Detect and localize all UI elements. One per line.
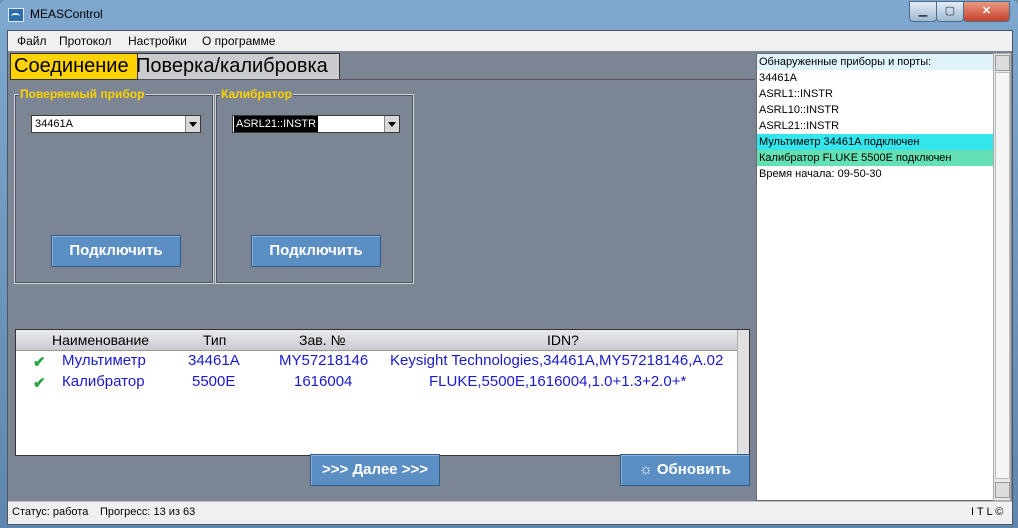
log-line: ASRL21::INSTR: [757, 118, 993, 134]
row-serial: 1616004: [294, 373, 353, 390]
calibrator-group-title: Калибратор: [220, 87, 293, 101]
device-group: Поверяемый прибор 34461A Подключить: [14, 87, 214, 284]
chevron-down-icon[interactable]: [384, 116, 399, 132]
scroll-up-button[interactable]: [995, 55, 1010, 71]
row-idn: Keysight Technologies,34461A,MY57218146,…: [390, 352, 724, 369]
scroll-down-button[interactable]: [995, 482, 1010, 498]
app-icon: [8, 8, 24, 22]
tab-connection[interactable]: Соединение: [10, 53, 138, 80]
connection-panel: Поверяемый прибор 34461A Подключить Кали…: [10, 79, 755, 482]
check-icon: ✔: [33, 354, 46, 371]
table-row[interactable]: ✔ Калибратор 5500E 1616004 FLUKE,5500E,1…: [16, 373, 738, 393]
window-title: MEASControl: [30, 7, 103, 21]
menu-file[interactable]: Файл: [17, 34, 47, 48]
column-header-idn[interactable]: IDN?: [547, 332, 579, 348]
log-line: Время начала: 09-50-30: [757, 166, 993, 182]
column-header-serial[interactable]: Зав. №: [299, 332, 345, 348]
app-window: MEASControl ▁ ▢ ✕ Файл Протокол Настройк…: [0, 0, 1018, 528]
minimize-button[interactable]: ▁: [909, 1, 937, 22]
devices-table: Наименование Тип Зав. № IDN? ✔ Мультимет…: [15, 329, 750, 456]
status-bar: Статус: работа Прогресс: 13 из 63 I T L …: [8, 501, 1012, 524]
row-serial: MY57218146: [279, 352, 369, 369]
log-line: Калибратор FLUKE 5500E подключен: [757, 150, 993, 166]
brand-label: I T L ©: [971, 506, 1004, 518]
row-idn: FLUKE,5500E,1616004,1.0+1.3+2.0+*: [429, 373, 687, 390]
status-state: Статус: работа: [12, 506, 89, 518]
log-line: Мультиметр 34461A подключен: [757, 134, 993, 150]
calibrator-select-value: ASRL21::INSTR: [234, 116, 319, 132]
log-scrollbar[interactable]: [993, 53, 1011, 501]
row-type: 5500E: [192, 373, 236, 390]
chevron-down-icon[interactable]: [185, 116, 200, 132]
row-name: Калибратор: [62, 373, 145, 390]
log-line: ASRL10::INSTR: [757, 102, 993, 118]
refresh-button[interactable]: ☼ Обновить: [620, 454, 750, 486]
table-scrollbar[interactable]: [737, 330, 749, 455]
title-bar: MEASControl ▁ ▢ ✕: [0, 0, 1018, 30]
tab-verification[interactable]: Поверка/калибровка: [132, 53, 340, 80]
maximize-button[interactable]: ▢: [936, 1, 964, 22]
log-line: Обнаруженные приборы и порты:: [757, 54, 993, 70]
row-name: Мультиметр: [62, 352, 146, 369]
log-line: ASRL1::INSTR: [757, 86, 993, 102]
device-connect-button[interactable]: Подключить: [51, 235, 181, 267]
log-line: 34461A: [757, 70, 993, 86]
calibrator-group: Калибратор ASRL21::INSTR Подключить: [215, 87, 414, 284]
table-header: Наименование Тип Зав. № IDN?: [16, 330, 738, 351]
device-select-value: 34461A: [35, 118, 73, 130]
table-row[interactable]: ✔ Мультиметр 34461A MY57218146 Keysight …: [16, 352, 738, 372]
calibrator-select[interactable]: ASRL21::INSTR: [232, 115, 400, 133]
log-panel: Обнаруженные приборы и порты: 34461A ASR…: [756, 53, 994, 501]
device-select[interactable]: 34461A: [31, 115, 201, 133]
menu-protocol[interactable]: Протокол: [59, 34, 112, 48]
column-header-type[interactable]: Тип: [203, 332, 226, 348]
menu-about[interactable]: О программе: [202, 34, 275, 48]
client-area: Файл Протокол Настройки О программе Соед…: [7, 30, 1013, 525]
device-group-title: Поверяемый прибор: [19, 87, 146, 101]
scroll-thumb[interactable]: [995, 72, 1010, 479]
menu-settings[interactable]: Настройки: [128, 34, 187, 48]
status-progress: Прогресс: 13 из 63: [100, 506, 196, 518]
column-header-name[interactable]: Наименование: [52, 332, 149, 348]
menu-bar: Файл Протокол Настройки О программе: [8, 31, 1012, 51]
calibrator-connect-button[interactable]: Подключить: [251, 235, 381, 267]
next-button[interactable]: >>> Далее >>>: [310, 454, 440, 486]
row-type: 34461A: [188, 352, 240, 369]
check-icon: ✔: [33, 375, 46, 392]
close-button[interactable]: ✕: [963, 1, 1010, 22]
